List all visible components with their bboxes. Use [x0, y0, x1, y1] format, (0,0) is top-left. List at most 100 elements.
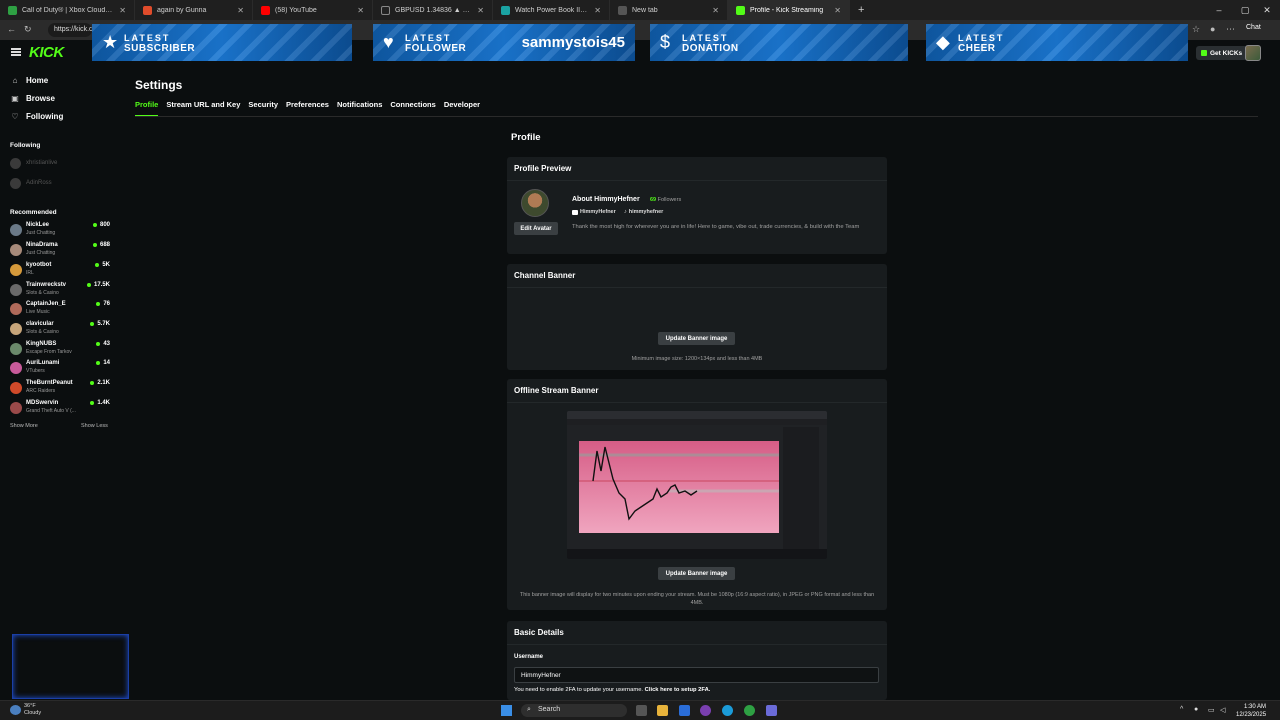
- close-icon[interactable]: ✕: [834, 6, 841, 15]
- close-icon[interactable]: ✕: [357, 6, 364, 15]
- recommended-channel[interactable]: TheBurntPeanut ARC Raiders 2.1K: [10, 380, 110, 398]
- tray-chevron-icon[interactable]: ^: [1180, 706, 1183, 713]
- tab-notifications[interactable]: Notifications: [337, 100, 382, 117]
- latest-donation-banner: $ LATEST DONATION: [650, 24, 908, 61]
- show-more-link[interactable]: Show More: [10, 423, 38, 429]
- close-icon[interactable]: ✕: [712, 6, 719, 15]
- user-avatar[interactable]: [1245, 45, 1261, 61]
- tiktok-link[interactable]: ♪ himmyhefner: [624, 209, 663, 215]
- live-dot-icon: [96, 361, 101, 365]
- browser-tab-active[interactable]: Profile - Kick Streaming ✕: [728, 0, 850, 20]
- tab-connections[interactable]: Connections: [390, 100, 435, 117]
- weather-temp: 36°F: [24, 703, 36, 709]
- kick-logo[interactable]: KICK: [29, 44, 64, 61]
- avatar: [10, 402, 22, 414]
- viewer-count: 43: [96, 341, 110, 347]
- browser-tab[interactable]: Watch Power Book III: Raising Kanan ✕: [493, 0, 610, 20]
- get-kicks-button[interactable]: Get KICKs: [1196, 46, 1248, 60]
- recommended-channel[interactable]: MDSwervin Grand Theft Auto V (... 1.4K: [10, 400, 110, 418]
- browser-tab[interactable]: GBPUSD 1.34836 ▲ +0.2% Unnamed ✕: [373, 0, 493, 20]
- edit-avatar-button[interactable]: Edit Avatar: [514, 222, 558, 235]
- viewer-count: 5K: [95, 262, 110, 268]
- browser-tab[interactable]: again by Gunna ✕: [135, 0, 253, 20]
- setup-2fa-link[interactable]: Click here to setup 2FA.: [645, 687, 711, 693]
- channel-name: MDSwervin: [26, 400, 59, 406]
- card-title: Offline Stream Banner: [514, 386, 599, 395]
- recommended-channel[interactable]: KingNUBS Escape From Tarkov 43: [10, 341, 110, 359]
- sidebar-item-browse[interactable]: ▣ Browse: [10, 94, 55, 103]
- new-tab-button[interactable]: +: [850, 4, 872, 16]
- show-less-link[interactable]: Show Less: [81, 423, 108, 429]
- tab-label: (58) YouTube: [275, 6, 317, 14]
- banner-image-candles: [579, 446, 779, 521]
- back-icon[interactable]: ←: [7, 24, 16, 34]
- banner-image-chart: [579, 441, 779, 533]
- offline-banner-note: This banner image will display for two m…: [519, 592, 875, 606]
- viewer-count-value: 76: [103, 301, 110, 307]
- sidebar-item-following[interactable]: ♡ Following: [10, 112, 63, 121]
- task-view-icon[interactable]: [636, 705, 647, 716]
- hamburger-menu-icon[interactable]: [11, 48, 21, 56]
- following-channel[interactable]: AdinRoss: [10, 177, 110, 189]
- offline-banner-card: Offline Stream Banner Update Banner imag…: [507, 379, 887, 610]
- weather-icon[interactable]: [10, 705, 21, 715]
- avatar: [10, 264, 22, 276]
- close-icon[interactable]: ✕: [594, 6, 601, 15]
- close-icon[interactable]: ✕: [237, 6, 244, 15]
- reload-icon[interactable]: ↻: [24, 24, 32, 35]
- network-icon[interactable]: ▭: [1208, 706, 1215, 714]
- update-offline-banner-button[interactable]: Update Banner image: [658, 567, 735, 580]
- edge-icon[interactable]: [722, 705, 733, 716]
- recommended-channel[interactable]: NickLee Just Chatting 800: [10, 222, 110, 240]
- about-heading: About HimmyHefner: [572, 196, 640, 203]
- tab-preferences[interactable]: Preferences: [286, 100, 329, 117]
- tab-stream-url-key[interactable]: Stream URL and Key: [166, 100, 240, 117]
- basic-details-card: Basic Details Username You need to enabl…: [507, 621, 887, 700]
- recommended-channel[interactable]: AuriLunami VTubers 14: [10, 360, 110, 378]
- recommended-channel[interactable]: Trainwreckstv Slots & Casino 17.5K: [10, 282, 110, 300]
- windows-start-icon[interactable]: [501, 705, 512, 716]
- following-channel[interactable]: xhristianlive: [10, 157, 110, 169]
- browser-tab[interactable]: Call of Duty® | Xbox Cloud Gaming ✕: [0, 0, 135, 20]
- avatar: [10, 244, 22, 256]
- tab-security[interactable]: Security: [248, 100, 278, 117]
- followers-label: Followers: [657, 197, 682, 203]
- copilot-icon[interactable]: [700, 705, 711, 716]
- browser-tab[interactable]: (58) YouTube ✕: [253, 0, 373, 20]
- latest-cheer-banner: ◆ LATEST CHEER: [926, 24, 1188, 61]
- address-bar[interactable]: https://kick.com: [48, 23, 92, 37]
- username-field[interactable]: [514, 667, 879, 683]
- window-close-button[interactable]: ✕: [1254, 0, 1280, 20]
- clock[interactable]: 1:30 AM 12/23/2025: [1236, 703, 1266, 719]
- minimize-button[interactable]: –: [1206, 0, 1232, 20]
- recommended-channel[interactable]: CaptainJen_E Live Music 76: [10, 301, 110, 319]
- bio-text: Thank the most high for wherever you are…: [572, 224, 860, 230]
- mic-icon[interactable]: ●: [1194, 706, 1198, 713]
- tab-profile[interactable]: Profile: [135, 100, 159, 117]
- weather-widget[interactable]: 36°F Cloudy: [24, 703, 41, 717]
- recommended-channel[interactable]: kyootbot IRL 5K: [10, 262, 110, 280]
- close-icon[interactable]: ✕: [477, 6, 484, 15]
- avatar: [10, 362, 22, 374]
- app-icon[interactable]: [766, 705, 777, 716]
- xbox-app-icon[interactable]: [744, 705, 755, 716]
- tab-label: GBPUSD 1.34836 ▲ +0.2% Unnamed: [395, 6, 471, 14]
- recommended-channel[interactable]: NinaDrama Just Chatting 688: [10, 242, 110, 260]
- update-channel-banner-button[interactable]: Update Banner image: [658, 332, 735, 345]
- copilot-chat-button[interactable]: Chat: [1246, 24, 1261, 31]
- browser-tab[interactable]: New tab ✕: [610, 0, 728, 20]
- live-dot-icon: [92, 223, 97, 227]
- profile-icon[interactable]: ●: [1210, 24, 1215, 34]
- taskbar-search[interactable]: ⌕ Search: [521, 704, 627, 717]
- store-icon[interactable]: [679, 705, 690, 716]
- volume-icon[interactable]: ◁: [1220, 706, 1225, 714]
- heart-icon: ♥: [383, 32, 394, 52]
- file-explorer-icon[interactable]: [657, 705, 668, 716]
- youtube-link[interactable]: HimmyHefner: [572, 209, 616, 215]
- favorite-star-icon[interactable]: ☆: [1192, 24, 1200, 35]
- close-icon[interactable]: ✕: [119, 6, 126, 15]
- sidebar-item-home[interactable]: ⌂ Home: [10, 76, 49, 85]
- recommended-channel[interactable]: clavicular Slots & Casino 5.7K: [10, 321, 110, 339]
- more-menu-icon[interactable]: ⋯: [1226, 24, 1235, 35]
- tab-developer[interactable]: Developer: [444, 100, 480, 117]
